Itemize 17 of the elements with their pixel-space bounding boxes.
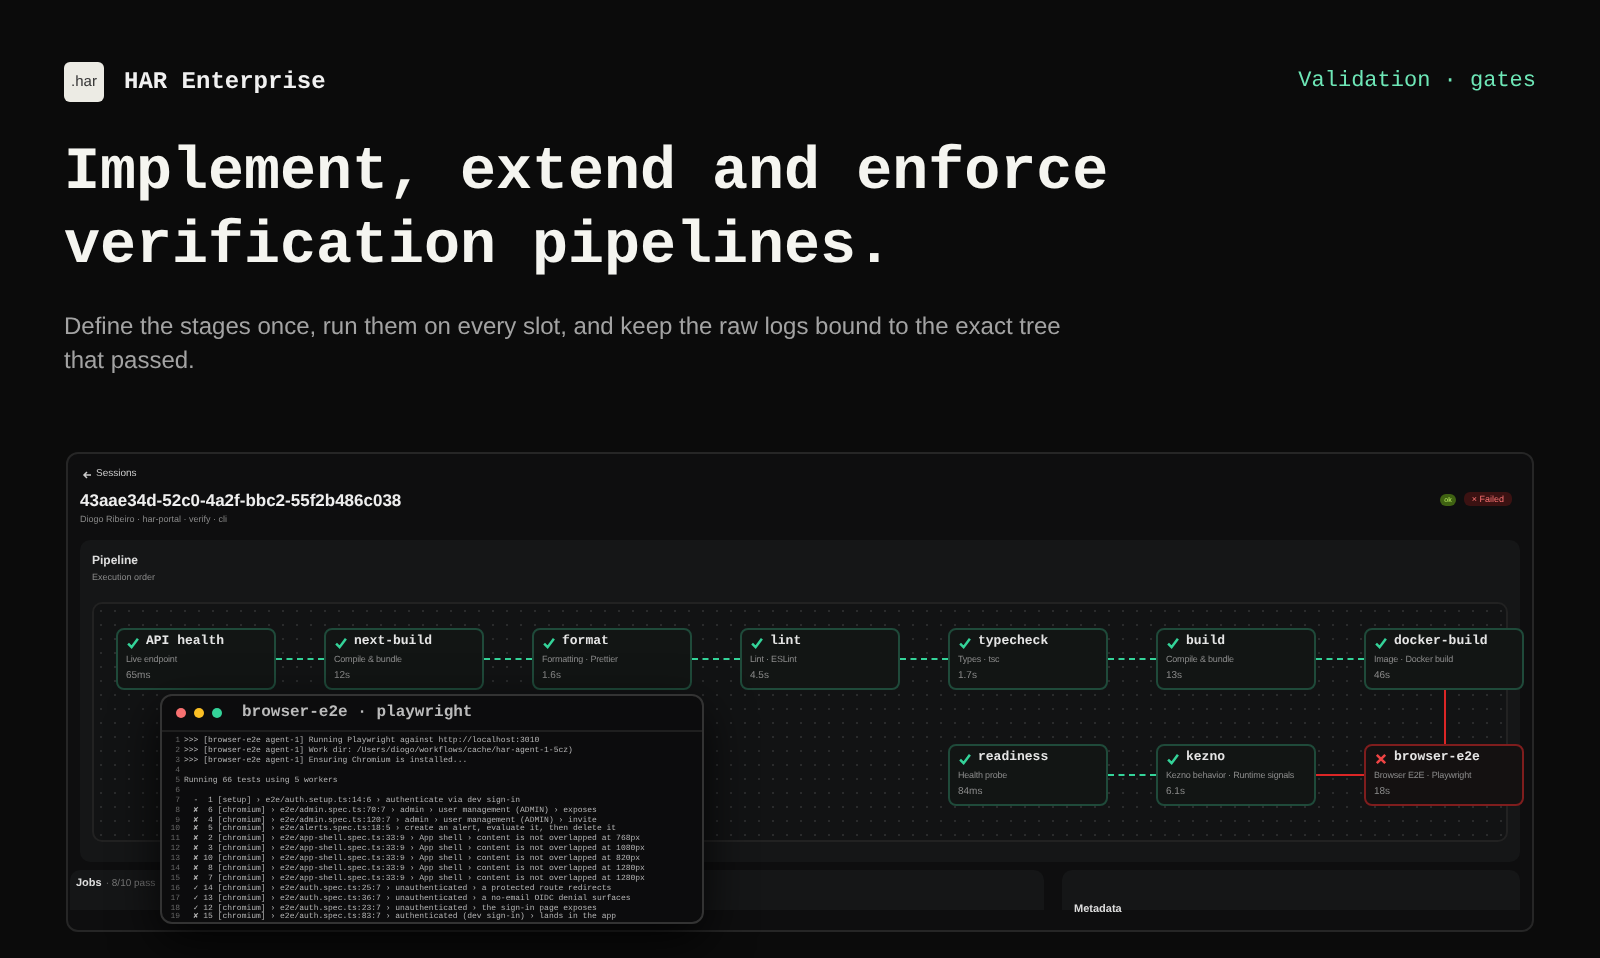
hero-title: Implement, extend and enforce verification pipelines.	[64, 138, 1111, 286]
check-icon	[334, 635, 348, 649]
check-icon	[958, 635, 972, 649]
brand-name: HAR Enterprise	[124, 66, 326, 100]
nav-link[interactable]: Validation · gates	[1298, 65, 1536, 99]
check-icon	[750, 635, 764, 649]
session-id: 43aae34d-52c0-4a2f-bbc2-55f2b486c038	[80, 492, 402, 509]
check-icon	[126, 635, 140, 649]
back-arrow-icon	[82, 470, 92, 480]
check-icon	[958, 751, 972, 765]
cross-icon	[1374, 751, 1388, 765]
terminal-title: browser-e2e · playwright	[242, 701, 473, 725]
check-icon	[542, 635, 556, 649]
check-icon	[1166, 751, 1180, 765]
check-icon	[1166, 635, 1180, 649]
hero-subtitle: Define the stages once, run them on every slot, and keep the raw logs bound to the exact tree that passed.	[64, 310, 1063, 378]
check-icon	[1374, 635, 1388, 649]
